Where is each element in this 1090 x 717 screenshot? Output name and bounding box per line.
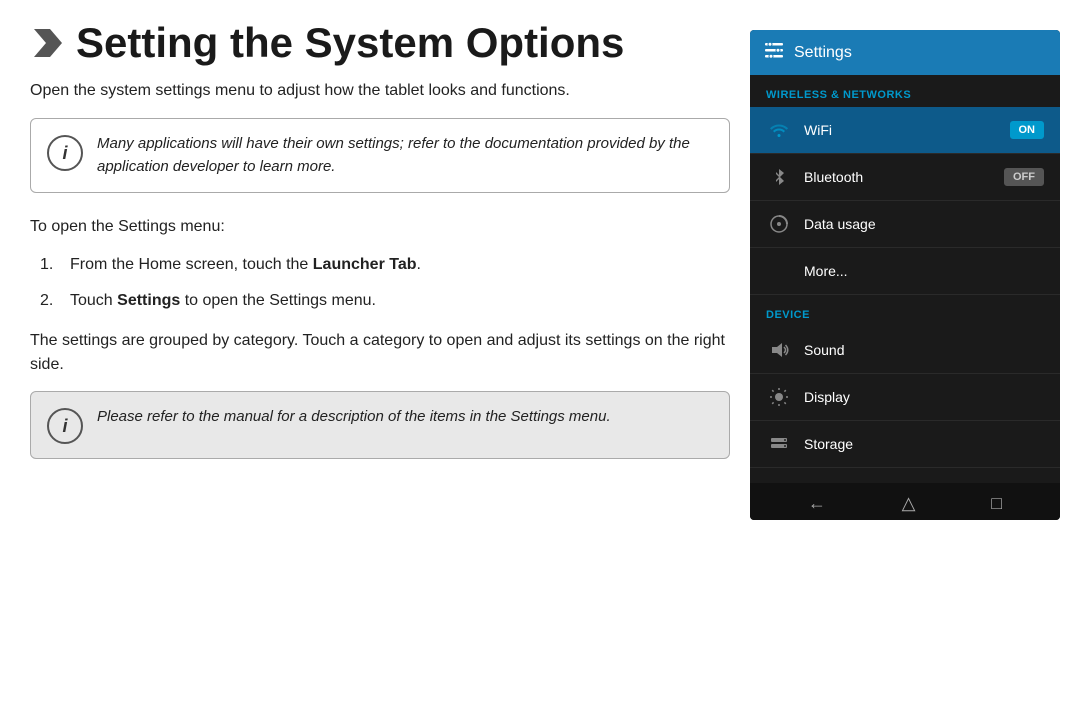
- more-label: More...: [804, 263, 1044, 279]
- info-icon-1: i: [47, 135, 83, 171]
- settings-header-title: Settings: [794, 44, 852, 62]
- left-content: Setting the System Options Open the syst…: [30, 20, 750, 697]
- step-2-text: Touch Settings to open the Settings menu…: [70, 289, 376, 313]
- step-2-num: 2.: [40, 289, 60, 313]
- step-1: 1. From the Home screen, touch the Launc…: [40, 253, 730, 277]
- settings-item-sound[interactable]: Sound: [750, 327, 1060, 374]
- settings-item-bluetooth[interactable]: Bluetooth OFF: [750, 154, 1060, 201]
- storage-icon: [766, 431, 792, 457]
- body-intro: To open the Settings menu:: [30, 215, 730, 239]
- step-1-text: From the Home screen, touch the Launcher…: [70, 253, 421, 277]
- display-icon: [766, 384, 792, 410]
- section-label-wireless: WIRELESS & NETWORKS: [750, 75, 1060, 107]
- settings-item-more[interactable]: More...: [750, 248, 1060, 295]
- settings-item-display[interactable]: Display: [750, 374, 1060, 421]
- page-subtitle: Open the system settings menu to adjust …: [30, 82, 730, 100]
- title-arrow-icon: [30, 25, 66, 61]
- battery-icon: [766, 478, 792, 483]
- bluetooth-icon: [766, 164, 792, 190]
- more-icon: [766, 258, 792, 284]
- wifi-icon: [766, 117, 792, 143]
- nav-home-icon[interactable]: △: [902, 493, 916, 514]
- wifi-toggle[interactable]: ON: [1010, 121, 1045, 139]
- settings-item-storage[interactable]: Storage: [750, 421, 1060, 468]
- nav-recents-icon[interactable]: □: [991, 493, 1002, 514]
- info-box-2-text: Please refer to the manual for a descrip…: [97, 406, 611, 429]
- settings-header-icon: [764, 40, 784, 65]
- settings-item-data-usage[interactable]: Data usage: [750, 201, 1060, 248]
- settings-item-wifi[interactable]: WiFi ON: [750, 107, 1060, 154]
- bluetooth-toggle[interactable]: OFF: [1004, 168, 1044, 186]
- storage-label: Storage: [804, 436, 1044, 452]
- page-container: Setting the System Options Open the syst…: [0, 0, 1090, 717]
- body-text-2: The settings are grouped by category. To…: [30, 329, 730, 377]
- nav-back-icon[interactable]: ←: [808, 493, 826, 514]
- sound-label: Sound: [804, 342, 1044, 358]
- wifi-label: WiFi: [804, 122, 998, 138]
- page-title: Setting the System Options: [76, 20, 624, 66]
- settings-item-battery[interactable]: Battery: [750, 468, 1060, 483]
- display-label: Display: [804, 389, 1044, 405]
- settings-nav-bar: ← △ □: [750, 483, 1060, 520]
- sound-icon: [766, 337, 792, 363]
- title-area: Setting the System Options: [30, 20, 730, 66]
- settings-header: Settings: [750, 30, 1060, 75]
- step-2-bold: Settings: [117, 292, 180, 309]
- info-box-2: i Please refer to the manual for a descr…: [30, 391, 730, 459]
- step-1-bold: Launcher Tab: [313, 256, 417, 273]
- settings-panel: Settings WIRELESS & NETWORKS WiFi ON: [750, 30, 1060, 520]
- settings-body: WIRELESS & NETWORKS WiFi ON: [750, 75, 1060, 483]
- info-box-1: i Many applications will have their own …: [30, 118, 730, 193]
- bluetooth-label: Bluetooth: [804, 169, 992, 185]
- data-usage-label: Data usage: [804, 216, 1044, 232]
- info-box-1-text: Many applications will have their own se…: [97, 133, 713, 178]
- info-icon-2: i: [47, 408, 83, 444]
- step-2: 2. Touch Settings to open the Settings m…: [40, 289, 730, 313]
- section-label-device: DEVICE: [750, 295, 1060, 327]
- steps-list: 1. From the Home screen, touch the Launc…: [40, 253, 730, 313]
- step-1-num: 1.: [40, 253, 60, 277]
- data-usage-icon: [766, 211, 792, 237]
